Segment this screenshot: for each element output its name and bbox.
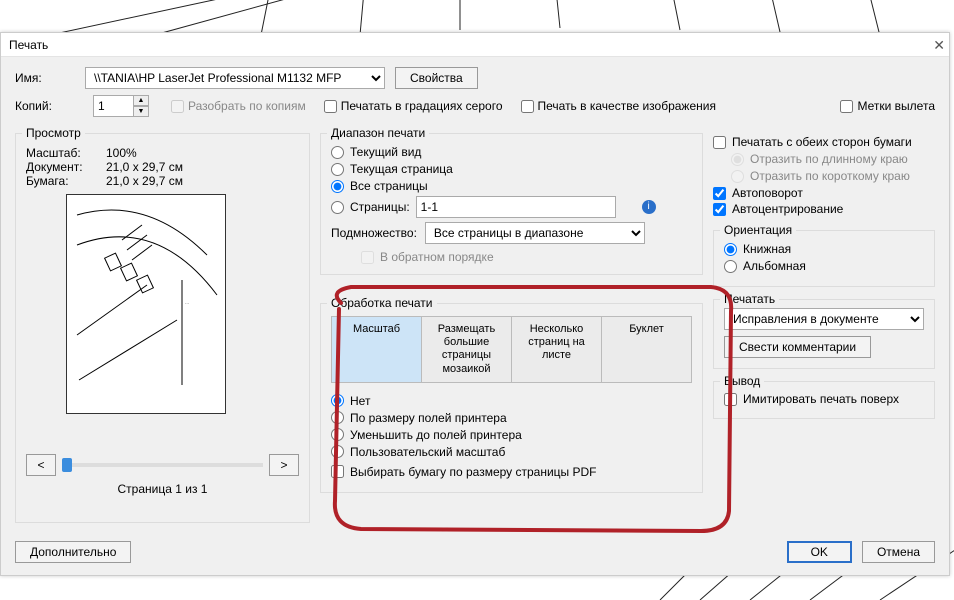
- page-slider[interactable]: [62, 463, 263, 467]
- subset-label: Подмножество:: [331, 226, 417, 240]
- copies-input[interactable]: [93, 95, 133, 117]
- page-counter: Страница 1 из 1: [26, 482, 299, 496]
- dialog-title: Печать: [9, 38, 48, 52]
- page-thumbnail: ···: [66, 194, 226, 414]
- scale-none-radio[interactable]: [331, 394, 344, 407]
- ok-button[interactable]: OK: [787, 541, 852, 563]
- preview-info: Масштаб:100% Документ:21,0 x 29,7 см Бум…: [26, 142, 299, 188]
- next-page-button[interactable]: >: [269, 454, 299, 476]
- tab-multi[interactable]: Несколько страниц на листе: [512, 317, 602, 382]
- printer-select[interactable]: \\TANIA\HP LaserJet Professional M1132 M…: [85, 67, 385, 89]
- range-group: Диапазон печати Текущий вид Текущая стра…: [320, 133, 703, 275]
- svg-text:···: ···: [185, 301, 189, 306]
- asimage-checkbox[interactable]: [521, 100, 534, 113]
- cropmarks-checkbox[interactable]: [840, 100, 853, 113]
- cancel-button[interactable]: Отмена: [862, 541, 935, 563]
- print-what-group: Печатать Исправления в документе Свести …: [713, 299, 935, 369]
- processing-tabs: Масштаб Размещать большие страницы мозаи…: [331, 316, 692, 383]
- print-dialog: Печать ✕ Имя: \\TANIA\HP LaserJet Profes…: [0, 32, 950, 576]
- collate-checkbox: [171, 100, 184, 113]
- tab-tile[interactable]: Размещать большие страницы мозаикой: [422, 317, 512, 382]
- duplex-checkbox[interactable]: [713, 136, 726, 149]
- reverse-checkbox: [361, 251, 374, 264]
- prev-page-button[interactable]: <: [26, 454, 56, 476]
- all-pages-radio[interactable]: [331, 180, 344, 193]
- collate-label: Разобрать по копиям: [188, 99, 306, 113]
- close-icon[interactable]: ✕: [933, 33, 945, 57]
- copies-label: Копий:: [15, 99, 75, 113]
- grayscale-label: Печатать в градациях серого: [341, 99, 503, 113]
- preview-legend: Просмотр: [22, 126, 85, 140]
- grayscale-checkbox[interactable]: [324, 100, 337, 113]
- landscape-radio[interactable]: [724, 260, 737, 273]
- summarize-button[interactable]: Свести комментарии: [724, 336, 871, 358]
- orientation-group: Ориентация Книжная Альбомная: [713, 230, 935, 287]
- autorotate-checkbox[interactable]: [713, 187, 726, 200]
- tab-scale[interactable]: Масштаб: [332, 317, 422, 382]
- spin-up-icon[interactable]: ▲: [133, 95, 149, 106]
- properties-button[interactable]: Свойства: [395, 67, 478, 89]
- tab-booklet[interactable]: Буклет: [602, 317, 691, 382]
- flip-short-radio: [731, 170, 744, 183]
- scale-fit-radio[interactable]: [331, 411, 344, 424]
- info-icon[interactable]: i: [642, 200, 656, 214]
- scale-custom-radio[interactable]: [331, 445, 344, 458]
- asimage-label: Печать в качестве изображения: [538, 99, 716, 113]
- output-group: Вывод Имитировать печать поверх: [713, 381, 935, 419]
- pages-radio[interactable]: [331, 201, 344, 214]
- scale-shrink-radio[interactable]: [331, 428, 344, 441]
- pages-input[interactable]: [416, 196, 616, 218]
- preview-group: Просмотр Масштаб:100% Документ:21,0 x 29…: [15, 133, 310, 523]
- portrait-radio[interactable]: [724, 243, 737, 256]
- cropmarks-label: Метки вылета: [857, 99, 935, 113]
- subset-select[interactable]: Все страницы в диапазоне: [425, 222, 645, 244]
- processing-group: Обработка печати Масштаб Размещать больш…: [320, 303, 703, 493]
- current-view-radio[interactable]: [331, 146, 344, 159]
- print-what-select[interactable]: Исправления в документе: [724, 308, 924, 330]
- spin-down-icon[interactable]: ▼: [133, 106, 149, 117]
- copies-spinner[interactable]: ▲▼: [93, 95, 153, 117]
- current-page-radio[interactable]: [331, 163, 344, 176]
- titlebar: Печать ✕: [1, 33, 949, 57]
- simulate-checkbox[interactable]: [724, 393, 737, 406]
- choose-paper-checkbox[interactable]: [331, 465, 344, 478]
- autocenter-checkbox[interactable]: [713, 203, 726, 216]
- name-label: Имя:: [15, 71, 75, 85]
- advanced-button[interactable]: Дополнительно: [15, 541, 131, 563]
- flip-long-radio: [731, 153, 744, 166]
